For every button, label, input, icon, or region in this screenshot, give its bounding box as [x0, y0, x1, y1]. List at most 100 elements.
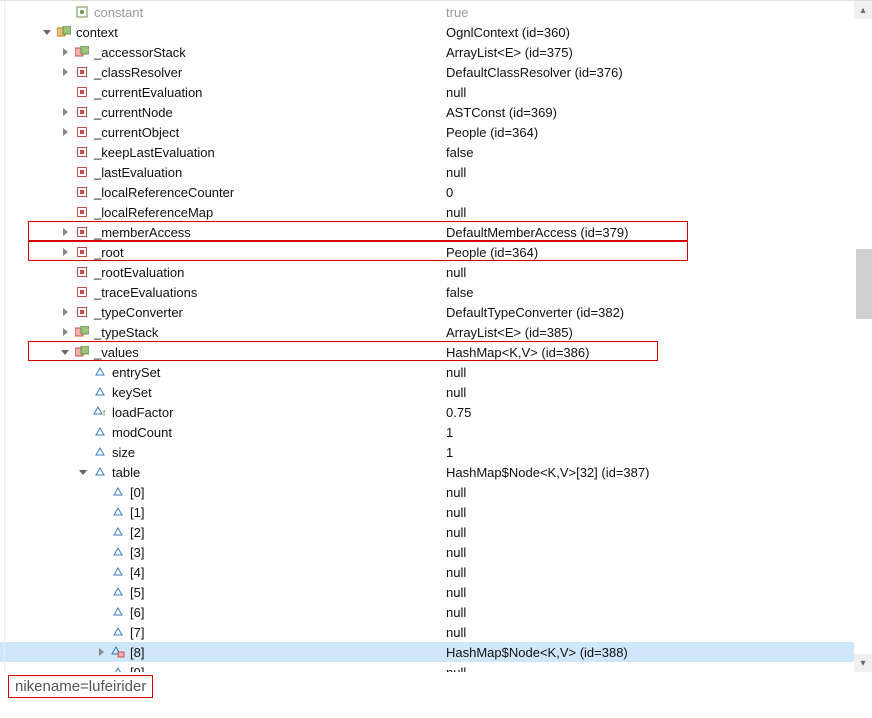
name-cell[interactable]: constant: [0, 2, 442, 22]
tree-row[interactable]: _valuesHashMap<K,V> (id=386): [0, 342, 872, 362]
tree-row[interactable]: constanttrue: [0, 2, 872, 22]
tree-row[interactable]: [6]null: [0, 602, 872, 622]
name-cell[interactable]: [5]: [0, 582, 442, 602]
tree-row[interactable]: _classResolverDefaultClassResolver (id=3…: [0, 62, 872, 82]
object-local-icon: [56, 24, 72, 40]
tree-row[interactable]: [9]null: [0, 662, 872, 672]
tree-row[interactable]: entrySetnull: [0, 362, 872, 382]
tree-row[interactable]: [8]HashMap$Node<K,V> (id=388): [0, 642, 872, 662]
variable-name: [3]: [130, 545, 144, 560]
name-cell[interactable]: context: [0, 22, 442, 42]
name-cell[interactable]: [6]: [0, 602, 442, 622]
variable-value: null: [442, 505, 872, 520]
expand-icon[interactable]: [58, 45, 72, 59]
name-cell[interactable]: _currentNode: [0, 102, 442, 122]
tree-row[interactable]: [1]null: [0, 502, 872, 522]
scroll-down-button[interactable]: ▾: [854, 654, 872, 672]
tree-row[interactable]: _currentObjectPeople (id=364): [0, 122, 872, 142]
tree-row[interactable]: _typeStackArrayList<E> (id=385): [0, 322, 872, 342]
name-cell[interactable]: _lastEvaluation: [0, 162, 442, 182]
name-cell[interactable]: floadFactor: [0, 402, 442, 422]
tree-row[interactable]: modCount1: [0, 422, 872, 442]
tree-row[interactable]: _traceEvaluationsfalse: [0, 282, 872, 302]
collapse-icon[interactable]: [76, 465, 90, 479]
name-cell[interactable]: [8]: [0, 642, 442, 662]
indent: [0, 582, 94, 602]
expand-icon[interactable]: [58, 225, 72, 239]
tree-row[interactable]: _memberAccessDefaultMemberAccess (id=379…: [0, 222, 872, 242]
name-cell[interactable]: size: [0, 442, 442, 462]
tree-row[interactable]: tableHashMap$Node<K,V>[32] (id=387): [0, 462, 872, 482]
expand-icon[interactable]: [58, 325, 72, 339]
name-cell[interactable]: _root: [0, 242, 442, 262]
name-cell[interactable]: table: [0, 462, 442, 482]
variables-tree[interactable]: constanttruecontextOgnlContext (id=360)_…: [0, 2, 872, 672]
tree-row[interactable]: _rootPeople (id=364): [0, 242, 872, 262]
expand-icon[interactable]: [58, 245, 72, 259]
scroll-up-button[interactable]: ▴: [854, 1, 872, 19]
tree-row[interactable]: keySetnull: [0, 382, 872, 402]
tree-row[interactable]: [0]null: [0, 482, 872, 502]
vertical-scrollbar[interactable]: ▴ ▾: [854, 1, 872, 672]
indent: [0, 402, 76, 422]
expand-icon[interactable]: [58, 305, 72, 319]
variable-name: _currentObject: [94, 125, 179, 140]
name-cell[interactable]: _values: [0, 342, 442, 362]
tree-row[interactable]: _lastEvaluationnull: [0, 162, 872, 182]
collapse-icon[interactable]: [40, 25, 54, 39]
indent: [0, 142, 58, 162]
tree-row[interactable]: _currentEvaluationnull: [0, 82, 872, 102]
name-cell[interactable]: keySet: [0, 382, 442, 402]
variable-name: [8]: [130, 645, 144, 660]
expand-placeholder: [58, 85, 72, 99]
tree-row[interactable]: _keepLastEvaluationfalse: [0, 142, 872, 162]
expand-icon[interactable]: [58, 105, 72, 119]
name-cell[interactable]: _memberAccess: [0, 222, 442, 242]
tree-row[interactable]: contextOgnlContext (id=360): [0, 22, 872, 42]
name-cell[interactable]: _rootEvaluation: [0, 262, 442, 282]
expand-placeholder: [94, 605, 108, 619]
scroll-track[interactable]: [854, 19, 872, 654]
tree-row[interactable]: floadFactor0.75: [0, 402, 872, 422]
tree-row[interactable]: [3]null: [0, 542, 872, 562]
tree-row[interactable]: [4]null: [0, 562, 872, 582]
tree-row[interactable]: _typeConverterDefaultTypeConverter (id=3…: [0, 302, 872, 322]
name-cell[interactable]: _currentObject: [0, 122, 442, 142]
tree-row[interactable]: size1: [0, 442, 872, 462]
name-cell[interactable]: modCount: [0, 422, 442, 442]
tree-row[interactable]: _rootEvaluationnull: [0, 262, 872, 282]
name-cell[interactable]: [7]: [0, 622, 442, 642]
name-cell[interactable]: [9]: [0, 662, 442, 672]
name-cell[interactable]: [3]: [0, 542, 442, 562]
name-cell[interactable]: _currentEvaluation: [0, 82, 442, 102]
name-cell[interactable]: [2]: [0, 522, 442, 542]
name-cell[interactable]: _localReferenceMap: [0, 202, 442, 222]
name-cell[interactable]: entrySet: [0, 362, 442, 382]
name-cell[interactable]: _traceEvaluations: [0, 282, 442, 302]
name-cell[interactable]: _accessorStack: [0, 42, 442, 62]
name-cell[interactable]: _localReferenceCounter: [0, 182, 442, 202]
name-cell[interactable]: _typeConverter: [0, 302, 442, 322]
indent: [0, 342, 58, 362]
expand-icon[interactable]: [58, 65, 72, 79]
indent: [0, 262, 58, 282]
name-cell[interactable]: [1]: [0, 502, 442, 522]
name-cell[interactable]: _classResolver: [0, 62, 442, 82]
tree-row[interactable]: [2]null: [0, 522, 872, 542]
tree-row[interactable]: [7]null: [0, 622, 872, 642]
expand-icon[interactable]: [58, 125, 72, 139]
indent: [0, 562, 94, 582]
tree-row[interactable]: [5]null: [0, 582, 872, 602]
tree-row[interactable]: _accessorStackArrayList<E> (id=375): [0, 42, 872, 62]
collapse-icon[interactable]: [58, 345, 72, 359]
tree-row[interactable]: _currentNodeASTConst (id=369): [0, 102, 872, 122]
name-cell[interactable]: [0]: [0, 482, 442, 502]
variable-value: null: [442, 385, 872, 400]
name-cell[interactable]: _keepLastEvaluation: [0, 142, 442, 162]
name-cell[interactable]: _typeStack: [0, 322, 442, 342]
scroll-thumb[interactable]: [856, 249, 872, 319]
tree-row[interactable]: _localReferenceMapnull: [0, 202, 872, 222]
expand-icon[interactable]: [94, 645, 108, 659]
tree-row[interactable]: _localReferenceCounter0: [0, 182, 872, 202]
name-cell[interactable]: [4]: [0, 562, 442, 582]
